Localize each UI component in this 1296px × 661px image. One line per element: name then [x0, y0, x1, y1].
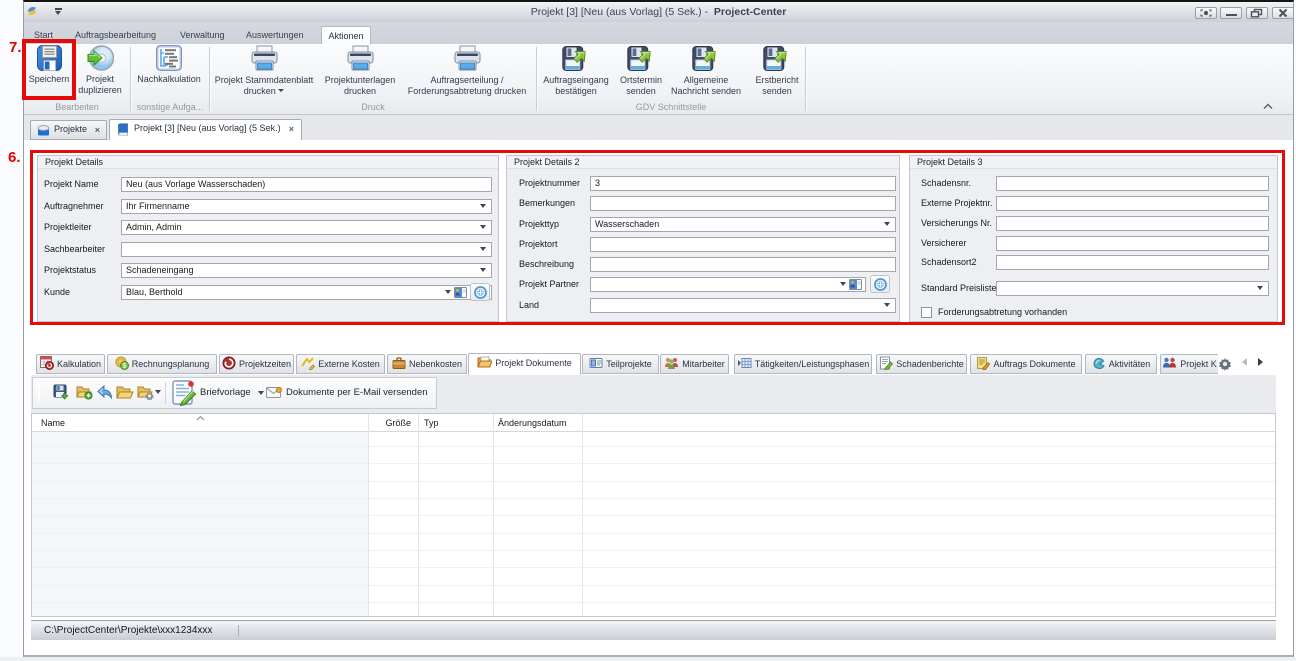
svg-text:$: $ [122, 363, 126, 370]
